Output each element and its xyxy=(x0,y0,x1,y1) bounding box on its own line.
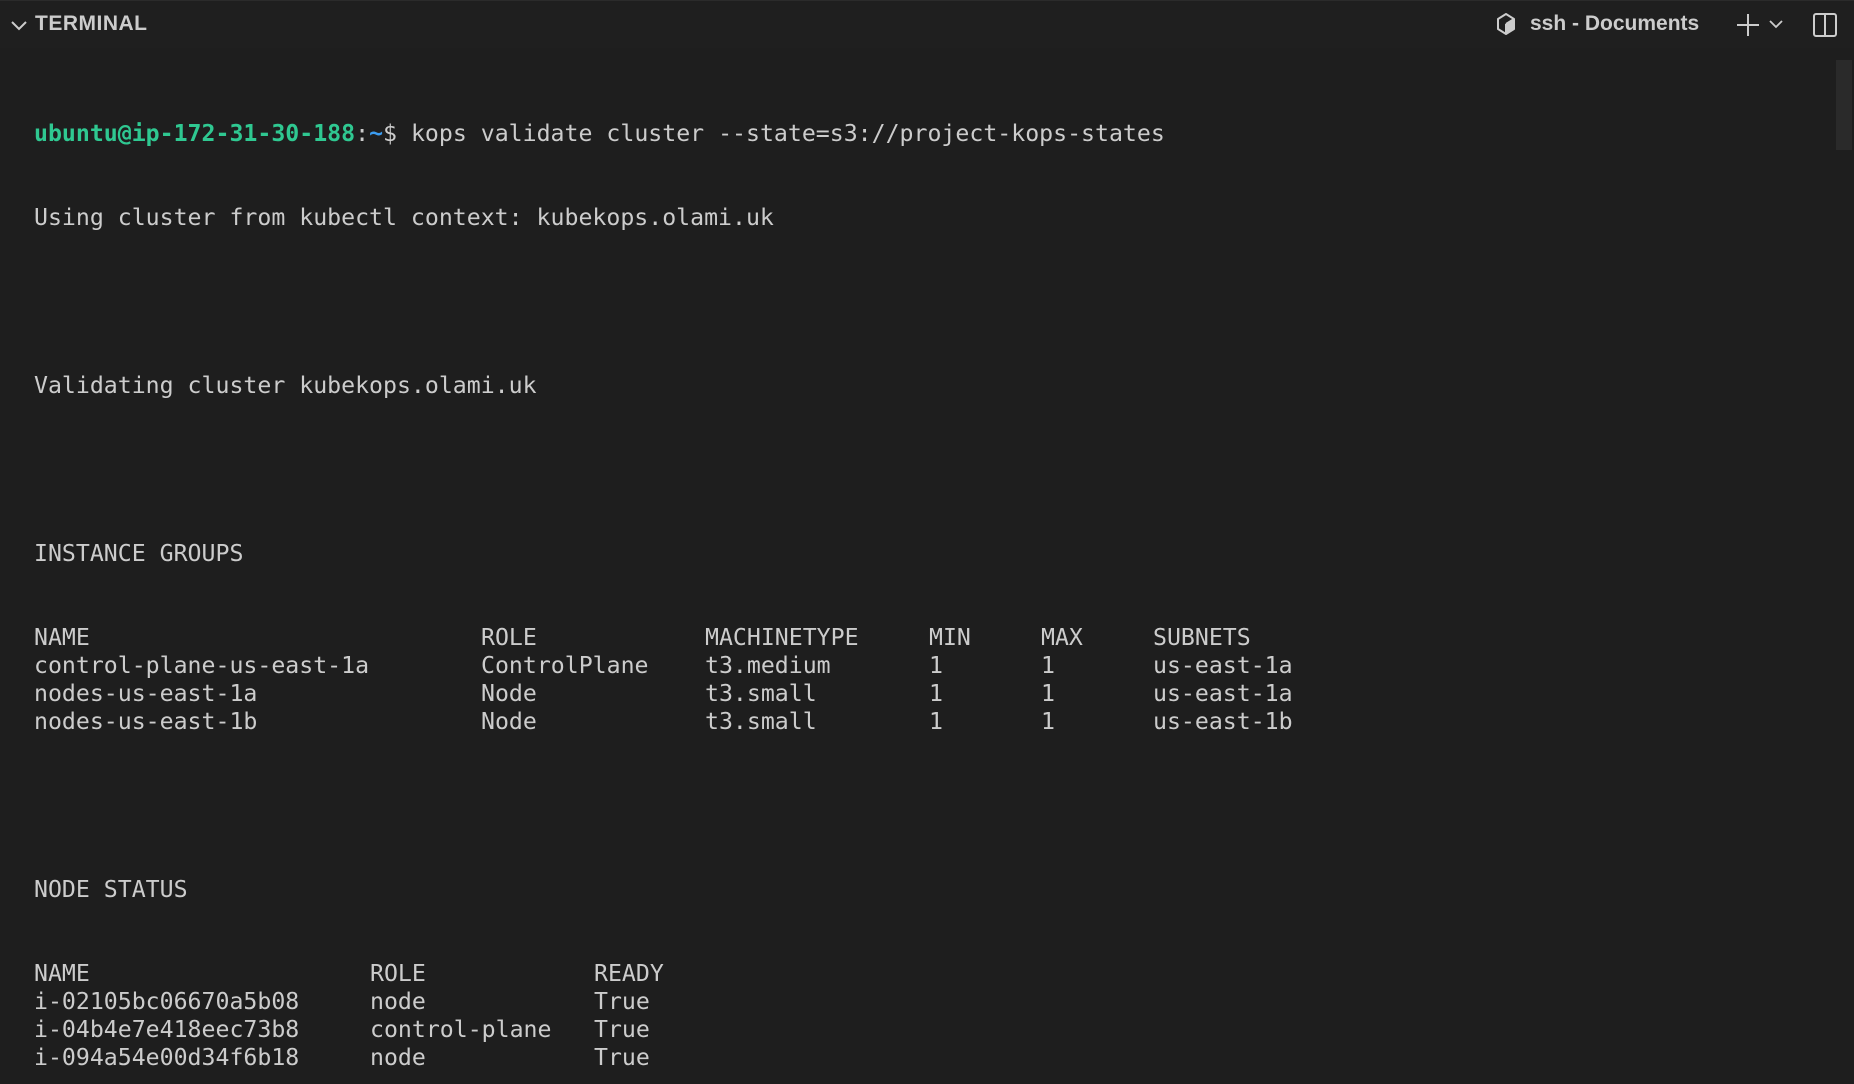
panel-header: TERMINAL ssh - Documents xyxy=(0,0,1854,48)
node-status-cell: node xyxy=(370,988,426,1015)
instance-group-cell: ControlPlane xyxy=(481,652,649,679)
instance-group-cell: t3.medium xyxy=(705,652,831,679)
instance-group-cell: t3.small xyxy=(705,708,817,735)
node-status-cell: READY xyxy=(594,960,664,987)
instance-group-cell: NAME xyxy=(34,624,90,651)
node-status-row: i-094a54e00d34f6b18 node True xyxy=(34,1044,1824,1072)
instance-group-cell: 1 xyxy=(1041,652,1055,679)
terminal-panel: TERMINAL ssh - Documents ubuntu@ip-172-3… xyxy=(0,0,1854,1071)
node-status-cell: control-plane xyxy=(370,1016,552,1043)
split-terminal-icon[interactable] xyxy=(1812,12,1838,38)
instance-group-row: control-plane-us-east-1a ControlPlane t3.m… xyxy=(34,652,1824,680)
instance-group-cell: 1 xyxy=(929,652,943,679)
prompt-line: ubuntu@ip-172-31-30-188:~$ kops validate… xyxy=(34,120,1824,148)
node-status-cell: i-094a54e00d34f6b18 xyxy=(34,1044,300,1071)
instance-group-cell: Node xyxy=(481,680,537,707)
panel-title[interactable]: TERMINAL xyxy=(35,12,148,36)
node-status-cell: True xyxy=(594,1016,650,1043)
node-status-cell: NAME xyxy=(34,960,90,987)
chevron-down-icon[interactable] xyxy=(8,14,30,36)
instance-groups-heading: INSTANCE GROUPS xyxy=(34,540,244,567)
instance-group-cell: ROLE xyxy=(481,624,537,651)
instance-group-cell: Node xyxy=(481,708,537,735)
validating-line: Validating cluster kubekops.olami.uk xyxy=(34,372,537,399)
active-terminal-label[interactable]: ssh - Documents xyxy=(1530,12,1699,36)
instance-group-cell: 1 xyxy=(929,680,943,707)
node-status-cell: i-02105bc06670a5b08 xyxy=(34,988,300,1015)
prompt-symbol: $ xyxy=(383,120,411,147)
prompt-path: ~ xyxy=(369,120,384,147)
node-status-row: i-04b4e7e418eec73b8 control-plane True xyxy=(34,1016,1824,1044)
context-line: Using cluster from kubectl context: kube… xyxy=(34,204,774,231)
node-status-cell: i-04b4e7e418eec73b8 xyxy=(34,1016,300,1043)
node-status-heading: NODE STATUS xyxy=(34,876,188,903)
instance-group-cell: us-east-1a xyxy=(1153,652,1293,679)
plus-icon[interactable] xyxy=(1735,12,1761,38)
chevron-down-icon[interactable] xyxy=(1768,18,1784,30)
node-status-table: NAME ROLE READY i-02105bc06670a5b08 node True… xyxy=(34,960,1824,1072)
instance-group-cell: MIN xyxy=(929,624,971,651)
command-text: kops validate cluster --state=s3://proje… xyxy=(410,120,1165,147)
instance-group-cell: control-plane-us-east-1a xyxy=(34,652,370,679)
terminal-scrollbar[interactable] xyxy=(1836,60,1852,150)
terminal-shell-icon xyxy=(1497,13,1515,35)
instance-groups-table: NAME ROLE MACHINETYPE MIN MAX SUBNETS control-… xyxy=(34,624,1824,736)
node-status-header-row: NAME ROLE READY xyxy=(34,960,1824,988)
node-status-cell: ROLE xyxy=(370,960,426,987)
instance-group-cell: nodes-us-east-1b xyxy=(34,708,258,735)
instance-group-cell: us-east-1a xyxy=(1153,680,1293,707)
instance-group-cell: 1 xyxy=(1041,708,1055,735)
instance-group-cell: MAX xyxy=(1041,624,1083,651)
node-status-cell: node xyxy=(370,1044,426,1071)
instance-group-cell: 1 xyxy=(929,708,943,735)
instance-group-cell: nodes-us-east-1a xyxy=(34,680,258,707)
instance-group-cell: us-east-1b xyxy=(1153,708,1293,735)
instance-group-cell: 1 xyxy=(1041,680,1055,707)
node-status-cell: True xyxy=(594,988,650,1015)
instance-group-row: nodes-us-east-1a Node t3.small 1 1 us-east-1a xyxy=(34,680,1824,708)
instance-group-cell: t3.small xyxy=(705,680,817,707)
terminal-output[interactable]: ubuntu@ip-172-31-30-188:~$ kops validate… xyxy=(34,64,1824,1084)
instance-group-row: nodes-us-east-1b Node t3.small 1 1 us-east-1b xyxy=(34,708,1824,736)
prompt-user-host: ubuntu@ip-172-31-30-188 xyxy=(34,120,356,147)
node-status-row: i-02105bc06670a5b08 node True xyxy=(34,988,1824,1016)
instance-group-cell: SUBNETS xyxy=(1153,624,1251,651)
prompt-separator: : xyxy=(355,120,370,147)
instance-group-cell: MACHINETYPE xyxy=(705,624,859,651)
instance-group-header-row: NAME ROLE MACHINETYPE MIN MAX SUBNETS xyxy=(34,624,1824,652)
node-status-cell: True xyxy=(594,1044,650,1071)
